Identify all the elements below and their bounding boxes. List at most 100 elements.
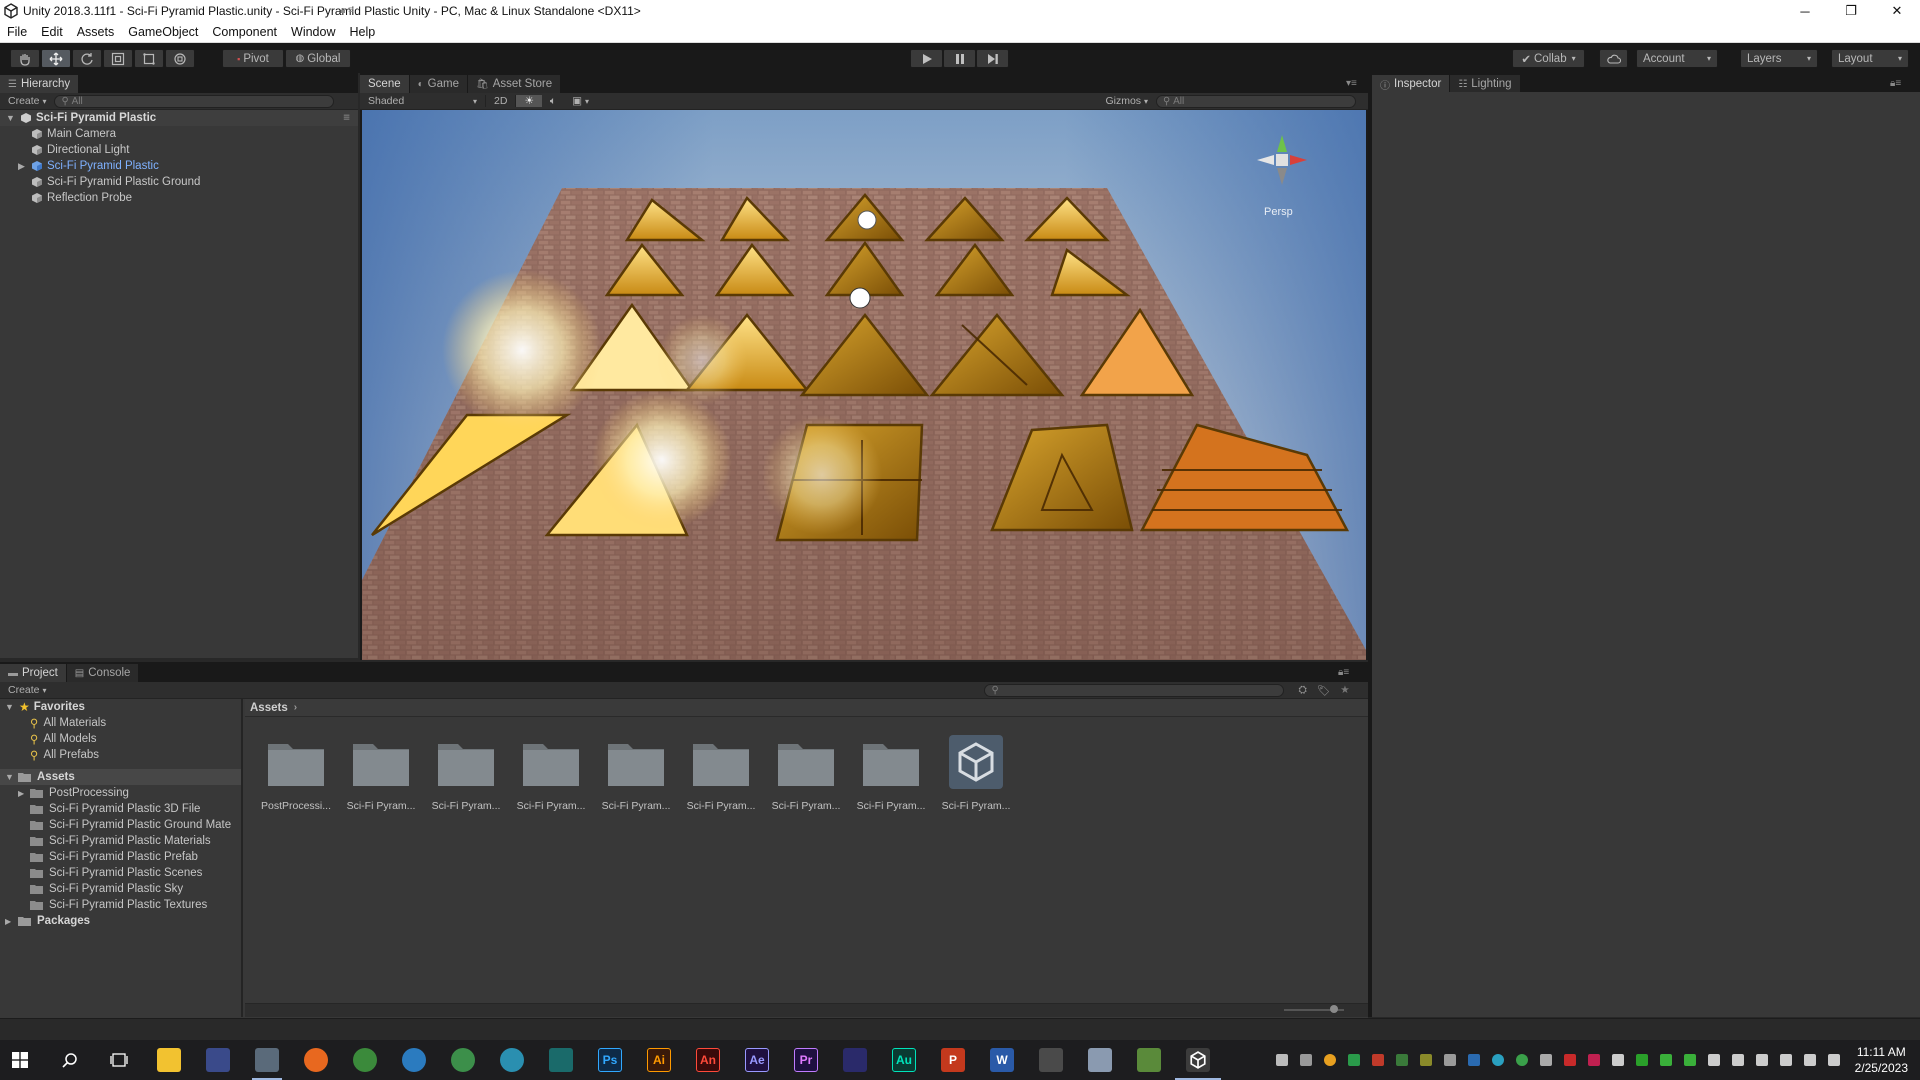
breadcrumb-assets[interactable]: Assets [250,702,288,714]
tab-inspector[interactable]: ⓘ Inspector [1372,75,1451,93]
panel-divider[interactable] [1368,73,1372,1017]
tab-game[interactable]: ◐ Game [409,75,468,93]
taskbar-app-3[interactable] [255,1048,279,1072]
tray-icon[interactable] [1348,1054,1360,1066]
transform-tool-button[interactable] [165,49,195,68]
taskbar-app-after-effects[interactable]: Ae [745,1048,769,1072]
taskbar-clock[interactable]: 11:11 AM 2/25/2023 [1855,1044,1908,1076]
taskbar-app-sublime[interactable] [1039,1048,1063,1072]
audio-toggle-button[interactable]: 🔈︎ [542,95,564,108]
taskbar-app-20[interactable] [1088,1048,1112,1072]
language-icon[interactable] [1828,1054,1840,1066]
tray-icon[interactable] [1492,1054,1504,1066]
project-create-button[interactable]: Create ▾ [0,684,54,696]
taskbar-app-photoshop[interactable]: Ps [598,1048,622,1072]
taskbar-app-illustrator[interactable]: Ai [647,1048,671,1072]
hierarchy-item[interactable]: Reflection Probe [0,190,358,206]
tab-asset-store[interactable]: 🛍︎ Asset Store [467,75,562,93]
asset-tile[interactable]: Sci-Fi Pyram... [514,736,588,826]
tray-icon[interactable] [1372,1054,1384,1066]
speaker-icon[interactable] [1756,1054,1768,1066]
tray-icon[interactable] [1564,1054,1576,1066]
menu-gameobject[interactable]: GameObject [121,25,205,39]
network-icon[interactable] [1780,1054,1792,1066]
persp-label[interactable]: Persp [1264,206,1293,218]
close-button[interactable]: ✕ [1874,0,1920,22]
tray-icon[interactable] [1660,1054,1672,1066]
favorites-header[interactable]: ▼ ★ Favorites [0,699,241,715]
tab-lighting[interactable]: ☷ Lighting [1450,75,1521,93]
taskbar-app-word[interactable]: W [990,1048,1014,1072]
minimize-button[interactable]: ─ [1782,0,1828,22]
scene-menu-icon[interactable]: ≡ [343,112,350,124]
asset-tile[interactable]: Sci-Fi Pyram... [429,736,503,826]
hierarchy-item-selected[interactable]: ▶ Sci-Fi Pyramid Plastic [0,158,358,174]
hierarchy-item[interactable]: Main Camera [0,126,358,142]
reflection-probe-gizmo[interactable] [849,287,871,309]
taskbar-app-animate[interactable]: An [696,1048,720,1072]
asset-tile[interactable]: PostProcessi... [259,736,333,826]
tray-icon[interactable] [1300,1054,1312,1066]
tab-hierarchy[interactable]: ☰ Hierarchy [0,75,80,93]
asset-folder-item[interactable]: Sci-Fi Pyramid Plastic Textures [0,897,241,913]
battery-icon[interactable] [1804,1054,1816,1066]
effects-dropdown[interactable]: ▣ ▾ [564,95,597,107]
favorite-item[interactable]: ⚲ All Prefabs [0,747,241,763]
asset-tile[interactable]: Sci-Fi Pyram... [599,736,673,826]
move-tool-button[interactable] [41,49,71,68]
lighting-toggle-button[interactable]: ☀ [516,95,542,107]
packages-header[interactable]: ▶ Packages [0,913,241,929]
taskbar-app-2[interactable] [206,1048,230,1072]
filter-by-type-icon[interactable]: ⛭ [1298,684,1306,697]
taskbar-search-icon[interactable] [62,1052,78,1068]
step-button[interactable] [976,49,1009,68]
windows-start-icon[interactable] [12,1052,28,1068]
gizmos-dropdown[interactable]: Gizmos ▾ [1097,95,1156,107]
asset-folder-item[interactable]: Sci-Fi Pyramid Plastic Scenes [0,865,241,881]
rotate-tool-button[interactable] [72,49,102,68]
project-search-input[interactable]: ⚲ [984,683,1285,697]
asset-tile[interactable]: Sci-Fi Pyram... [854,736,928,826]
tray-icon[interactable] [1444,1054,1456,1066]
asset-tile[interactable]: Sci-Fi Pyram... [344,736,418,826]
tray-icon[interactable] [1636,1054,1648,1066]
tray-icon[interactable] [1708,1054,1720,1066]
shading-mode-dropdown[interactable]: Shaded ▾ [360,95,486,107]
tray-icon[interactable] [1276,1054,1288,1066]
hierarchy-item[interactable]: Sci-Fi Pyramid Plastic Ground [0,174,358,190]
tray-icon[interactable] [1588,1054,1600,1066]
asset-folder-item[interactable]: Sci-Fi Pyramid Plastic 3D File [0,801,241,817]
hand-tool-button[interactable] [10,49,40,68]
taskbar-app-9[interactable] [549,1048,573,1072]
tray-icon[interactable] [1516,1054,1528,1066]
asset-tile[interactable]: Sci-Fi Pyram... [769,736,843,826]
asset-folder-item[interactable]: Sci-Fi Pyramid Plastic Materials [0,833,241,849]
project-panel-menu-icon[interactable]: 🔒︎≡ [1338,667,1349,678]
tray-icon[interactable] [1732,1054,1744,1066]
wifi-icon[interactable] [1612,1054,1624,1066]
tray-icon[interactable] [1420,1054,1432,1066]
taskbar-app-21[interactable] [1137,1048,1161,1072]
cloud-button[interactable] [1599,49,1628,68]
taskbar-app-7[interactable] [451,1048,475,1072]
taskbar-app-firefox[interactable] [304,1048,328,1072]
hierarchy-create-button[interactable]: Create ▾ [0,95,54,107]
hierarchy-search-input[interactable]: ⚲ All [54,94,335,108]
filter-by-label-icon[interactable]: 🏷︎ [1317,684,1330,697]
account-dropdown[interactable]: Account ▾ [1636,49,1718,68]
taskbar-app-powerpoint[interactable]: P [941,1048,965,1072]
taskbar-app-file-explorer[interactable] [157,1048,181,1072]
inspector-panel-menu-icon[interactable]: 🔒︎≡ [1890,78,1901,89]
tab-scene[interactable]: Scene [360,75,410,93]
taskbar-app-8[interactable] [500,1048,524,1072]
pause-button[interactable] [943,49,976,68]
menu-component[interactable]: Component [205,25,284,39]
scene-panel-menu-icon[interactable]: ▾≡ [1346,78,1357,89]
layout-dropdown[interactable]: Layout ▾ [1831,49,1909,68]
favorite-item[interactable]: ⚲ All Models [0,731,241,747]
menu-window[interactable]: Window [284,25,342,39]
tray-icon[interactable] [1468,1054,1480,1066]
global-toggle[interactable]: ◍ Global [285,49,351,68]
scale-tool-button[interactable] [103,49,133,68]
asset-folder-item[interactable]: Sci-Fi Pyramid Plastic Ground Mate [0,817,241,833]
